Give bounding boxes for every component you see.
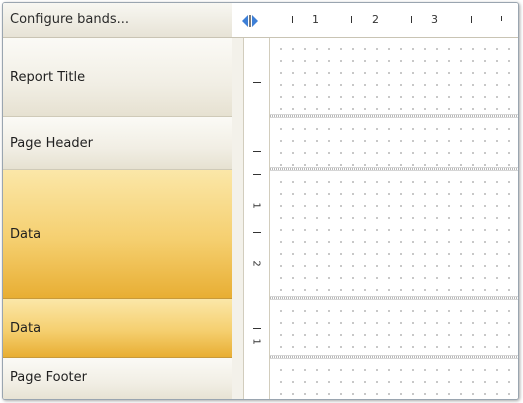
ruler-tick [253,328,261,329]
design-surface[interactable] [270,38,518,399]
ruler-label-2: 2 [372,13,379,26]
ruler-label-v1: 1 [250,202,262,209]
ruler-tick [253,232,261,233]
ruler-tick [351,16,352,23]
band-label: Page Footer [10,370,87,385]
band-data-1[interactable]: Data [3,170,232,299]
design-band-page-header[interactable] [270,118,518,167]
splitter-arrows-icon[interactable] [242,15,258,27]
horizontal-ruler: 1 2 3 [232,3,518,38]
vertical-ruler: 1 2 1 [232,38,270,399]
band-label: Data [10,320,42,336]
design-band-report-title[interactable] [270,38,518,114]
ruler-tick [501,16,502,21]
band-label: Report Title [10,69,86,85]
ruler-tick [253,151,261,152]
report-designer: Configure bands... Report Title Page Hea… [2,2,519,400]
ruler-label-v2: 2 [250,260,262,267]
ruler-tick [292,16,293,23]
band-label: Page Header [10,135,93,151]
ruler-tick [471,16,472,23]
ruler-tick [253,174,261,175]
design-band-page-footer[interactable] [270,359,518,399]
band-page-footer[interactable]: Page Footer [3,358,232,399]
design-band-data-1[interactable] [270,171,518,296]
ruler-label-v3: 1 [250,338,262,345]
ruler-tick [253,82,261,83]
design-band-data-2[interactable] [270,300,518,355]
band-report-title[interactable]: Report Title [3,38,232,117]
band-data-2[interactable]: Data [3,299,232,358]
ruler-tick [411,16,412,23]
configure-bands-button[interactable]: Configure bands... [3,3,232,38]
band-list: Configure bands... Report Title Page Hea… [3,3,232,399]
ruler-label-1: 1 [312,13,319,26]
ruler-label-3: 3 [431,13,438,26]
band-label: Data [10,226,42,242]
vertical-ruler-strip: 1 2 1 [243,38,270,399]
band-page-header[interactable]: Page Header [3,117,232,170]
